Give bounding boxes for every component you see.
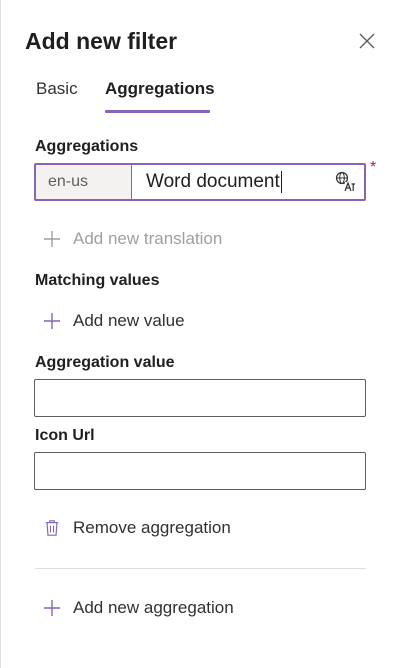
aggregation-name-value: Word document bbox=[146, 171, 280, 192]
text-caret bbox=[280, 171, 282, 193]
required-marker: * bbox=[370, 159, 377, 176]
aggregations-label: Aggregations bbox=[35, 138, 139, 155]
add-aggregation-button[interactable]: Add new aggregation bbox=[43, 598, 234, 618]
plus-icon bbox=[44, 313, 60, 329]
add-aggregation-label: Add new aggregation bbox=[73, 598, 234, 617]
plus-icon bbox=[44, 600, 60, 616]
icon-url-input[interactable] bbox=[34, 452, 366, 490]
add-value-label: Add new value bbox=[73, 311, 185, 330]
aggregation-name-field[interactable]: en-us Word document bbox=[34, 163, 366, 201]
add-translation-button[interactable]: Add new translation bbox=[43, 229, 222, 249]
active-tab-indicator bbox=[105, 110, 210, 113]
plus-icon bbox=[44, 231, 60, 247]
icon-url-label: Icon Url bbox=[35, 427, 95, 444]
remove-aggregation-label: Remove aggregation bbox=[73, 518, 231, 537]
translate-icon[interactable] bbox=[334, 171, 356, 193]
matching-values-label: Matching values bbox=[35, 272, 160, 289]
tab-aggregations[interactable]: Aggregations bbox=[105, 72, 215, 106]
locale-prefix: en-us bbox=[36, 165, 132, 199]
trash-icon bbox=[45, 520, 59, 536]
add-value-button[interactable]: Add new value bbox=[43, 311, 185, 331]
panel-title: Add new filter bbox=[25, 28, 178, 54]
add-translation-label: Add new translation bbox=[73, 229, 223, 248]
tab-basic[interactable]: Basic bbox=[36, 72, 78, 106]
aggregation-name-input[interactable]: Word document bbox=[132, 165, 364, 199]
aggregation-value-input[interactable] bbox=[34, 379, 366, 417]
close-button[interactable] bbox=[356, 30, 378, 52]
panel-border bbox=[0, 0, 1, 668]
aggregation-value-label: Aggregation value bbox=[35, 354, 175, 371]
close-icon bbox=[359, 33, 375, 49]
divider bbox=[35, 568, 366, 569]
remove-aggregation-button[interactable]: Remove aggregation bbox=[43, 518, 231, 538]
